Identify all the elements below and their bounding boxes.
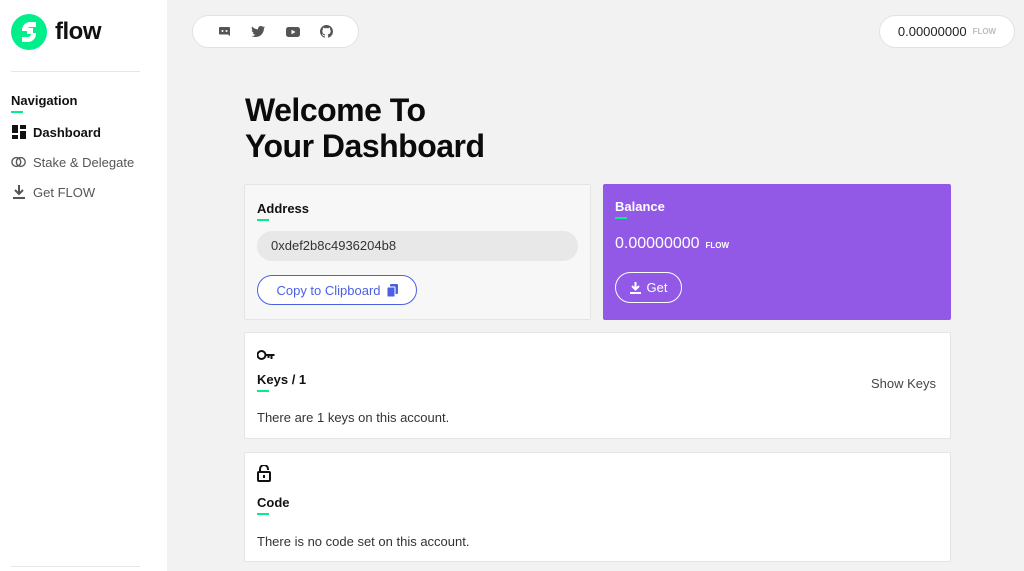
copy-button-label: Copy to Clipboard — [276, 282, 381, 298]
keys-label: Keys / 1 — [257, 372, 306, 392]
balance-label-underline — [615, 217, 627, 219]
sidebar-item-get-flow[interactable]: Get FLOW — [11, 184, 95, 200]
balance-value: 0.00000000 — [615, 235, 700, 252]
key-icon — [256, 348, 275, 366]
social-links — [192, 15, 359, 48]
download-icon — [11, 184, 27, 200]
copy-to-clipboard-button[interactable]: Copy to Clipboard — [257, 275, 417, 305]
sidebar-item-label: Stake & Delegate — [33, 154, 135, 170]
header-balance-value: 0.00000000 — [897, 24, 967, 39]
lock-icon — [257, 464, 275, 483]
show-keys-button[interactable]: Show Keys — [871, 376, 936, 391]
address-label-text: Address — [257, 201, 310, 216]
get-flow-button[interactable]: Get — [615, 272, 682, 303]
address-card: Address 0xdef2b8c4936204b8 Copy to Clipb… — [244, 184, 591, 320]
code-description: There is no code set on this account. — [257, 534, 470, 549]
get-button-label: Get — [646, 280, 668, 295]
sidebar-divider-bottom — [11, 566, 140, 567]
sidebar-divider-top — [11, 71, 140, 72]
balance-unit: FLOW — [705, 241, 730, 250]
balance-label-text: Balance — [615, 199, 665, 214]
brand-name: flow — [55, 18, 102, 45]
page-title: Welcome To Your Dashboard — [245, 92, 485, 164]
download-icon — [629, 281, 641, 294]
twitter-icon[interactable] — [250, 24, 266, 40]
keys-label-text: Keys / 1 — [257, 372, 307, 387]
keys-description: There are 1 keys on this account. — [257, 410, 450, 425]
sidebar: flow Navigation Dashboard Stake & Delega… — [0, 0, 167, 571]
nav-heading: Navigation — [11, 93, 77, 113]
discord-icon[interactable] — [216, 24, 232, 40]
youtube-icon[interactable] — [285, 24, 301, 40]
balance-card: Balance 0.00000000 FLOW Get — [603, 184, 951, 320]
header-balance: 0.00000000 FLOW — [879, 15, 1015, 48]
code-label-underline — [257, 513, 269, 515]
code-card: Code There is no code set on this accoun… — [244, 452, 951, 562]
header-balance-unit: FLOW — [972, 27, 997, 36]
address-field[interactable]: 0xdef2b8c4936204b8 — [257, 231, 578, 261]
page-title-line1: Welcome To — [245, 92, 426, 128]
page-title-line2: Your Dashboard — [245, 128, 485, 164]
logo[interactable]: flow — [11, 14, 102, 50]
stake-icon — [11, 154, 27, 170]
balance-label: Balance — [615, 199, 665, 219]
dashboard-icon — [11, 124, 27, 140]
copy-icon — [386, 283, 398, 297]
sidebar-item-dashboard[interactable]: Dashboard — [11, 124, 101, 140]
address-label-underline — [257, 219, 269, 221]
code-label: Code — [257, 495, 290, 515]
github-icon[interactable] — [319, 24, 335, 40]
keys-card: Keys / 1 Show Keys There are 1 keys on t… — [244, 332, 951, 439]
flow-logo-icon — [11, 14, 47, 50]
sidebar-item-label: Get FLOW — [33, 184, 96, 200]
keys-label-underline — [257, 390, 269, 392]
sidebar-item-stake[interactable]: Stake & Delegate — [11, 154, 134, 170]
nav-heading-underline — [11, 111, 23, 113]
nav-heading-text: Navigation — [11, 93, 78, 108]
sidebar-item-label: Dashboard — [33, 124, 101, 140]
balance-amount: 0.00000000 FLOW — [615, 235, 729, 253]
code-label-text: Code — [257, 495, 290, 510]
address-label: Address — [257, 201, 309, 221]
